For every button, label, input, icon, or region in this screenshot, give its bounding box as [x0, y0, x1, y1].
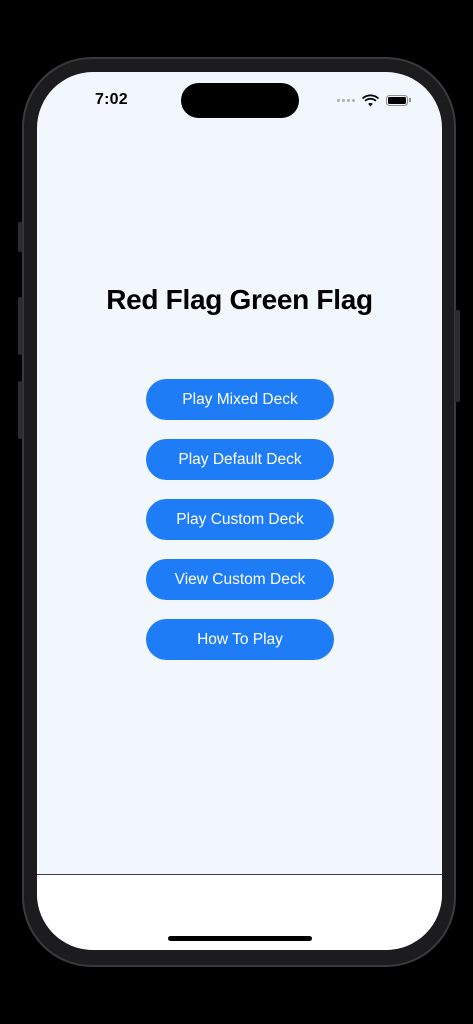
play-mixed-deck-button[interactable]: Play Mixed Deck [146, 379, 334, 420]
power-button [455, 310, 460, 402]
how-to-play-button[interactable]: How To Play [146, 619, 334, 660]
device-stage: 7:02 Red Flag Green Flag Play Mixed Deck… [0, 0, 473, 1024]
status-icons [337, 92, 411, 108]
home-indicator[interactable] [168, 936, 312, 941]
view-custom-deck-button[interactable]: View Custom Deck [146, 559, 334, 600]
volume-down-button [18, 381, 23, 439]
status-time: 7:02 [95, 91, 128, 108]
page-title: Red Flag Green Flag [106, 284, 373, 315]
dynamic-island [181, 83, 299, 118]
app-screen: 7:02 Red Flag Green Flag Play Mixed Deck… [37, 72, 442, 950]
status-bar: 7:02 [37, 72, 442, 126]
play-default-deck-button[interactable]: Play Default Deck [146, 439, 334, 480]
main-menu: Play Mixed Deck Play Default Deck Play C… [146, 379, 334, 660]
play-custom-deck-button[interactable]: Play Custom Deck [146, 499, 334, 540]
signal-dots-icon [337, 98, 355, 102]
action-button [18, 222, 23, 252]
battery-icon [386, 94, 411, 106]
volume-up-button [18, 297, 23, 355]
wifi-icon [362, 94, 379, 106]
